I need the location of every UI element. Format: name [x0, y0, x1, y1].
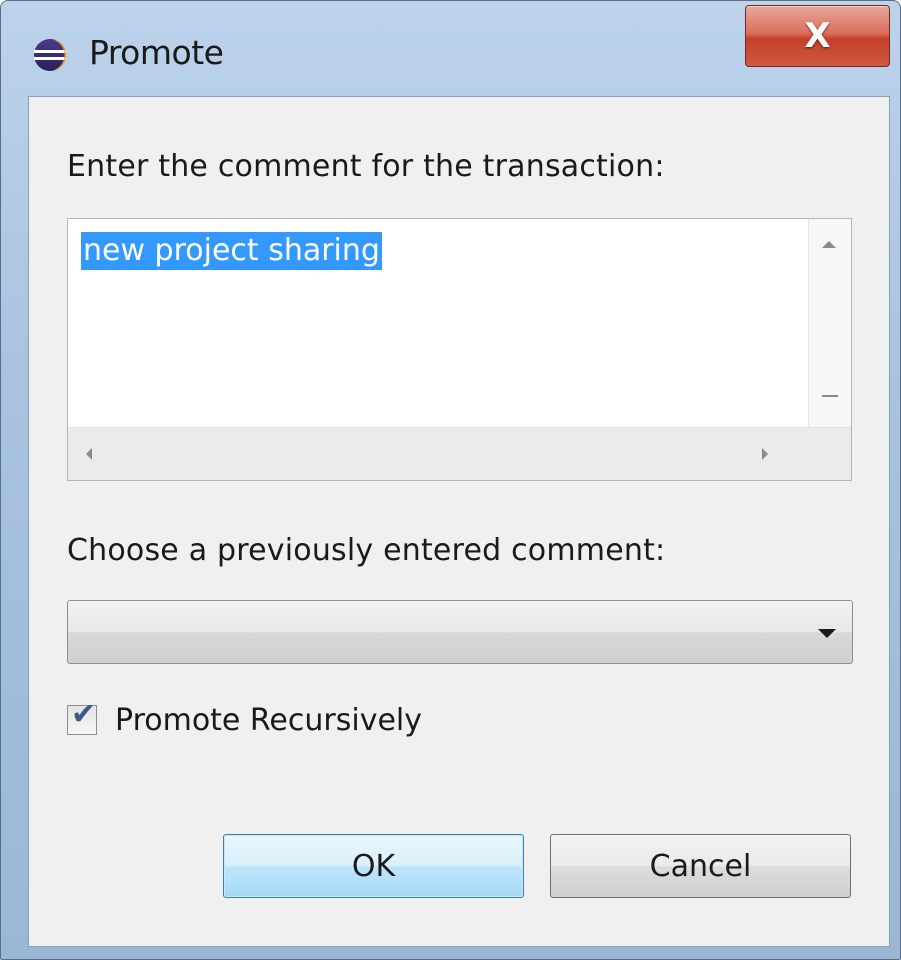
comment-textarea[interactable]: new project sharing [67, 218, 852, 481]
promote-recursively-option[interactable]: ✔ Promote Recursively [67, 700, 422, 740]
comment-prompt-label: Enter the comment for the transaction: [67, 149, 665, 184]
previous-comment-dropdown[interactable] [67, 600, 853, 664]
close-button[interactable]: X [745, 5, 890, 67]
dialog-body: Enter the comment for the transaction: n… [28, 96, 890, 947]
ok-button[interactable]: OK [223, 834, 524, 898]
scroll-right-arrow-icon[interactable] [762, 448, 768, 460]
comment-text-selected[interactable]: new project sharing [81, 232, 382, 270]
window-title: Promote [89, 33, 224, 72]
close-icon: X [804, 16, 831, 56]
scroll-down-arrow-icon[interactable] [822, 395, 838, 397]
vertical-scrollbar[interactable] [808, 219, 851, 429]
horizontal-scrollbar[interactable] [68, 427, 851, 480]
cancel-button[interactable]: Cancel [550, 834, 851, 898]
title-bar[interactable]: Promote X [1, 1, 900, 95]
scroll-up-arrow-icon[interactable] [822, 241, 836, 248]
eclipse-icon [34, 39, 66, 71]
scroll-left-arrow-icon[interactable] [86, 448, 92, 460]
checkmark-icon: ✔ [71, 697, 97, 732]
history-prompt-label: Choose a previously entered comment: [67, 533, 666, 568]
promote-recursively-checkbox[interactable]: ✔ [67, 700, 97, 735]
chevron-down-icon[interactable] [818, 629, 836, 638]
promote-recursively-label[interactable]: Promote Recursively [115, 703, 422, 738]
promote-dialog-window: Promote X Enter the comment for the tran… [0, 0, 901, 960]
